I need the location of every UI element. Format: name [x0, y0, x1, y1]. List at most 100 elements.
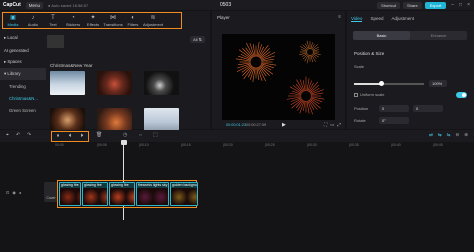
project-title: 0503: [220, 2, 232, 8]
library-thumbnail-dark-ornament[interactable]: [144, 71, 179, 95]
timeline-clip[interactable]: golden background: [170, 182, 198, 206]
tab-stickers[interactable]: ◔ Stickers: [63, 15, 83, 27]
titlebar-actions: Shortcut Share Export – □ ×: [377, 1, 470, 9]
sidebar-item[interactable]: Trending: [0, 80, 46, 92]
mirror-icon[interactable]: ⇔: [138, 132, 143, 138]
sidebar-item[interactable]: Green Screen: [0, 104, 46, 116]
snap-icon[interactable]: ⇆: [438, 132, 442, 138]
rotate-field[interactable]: 0°: [379, 117, 409, 124]
tab-video[interactable]: Video: [351, 16, 363, 22]
ratio-icon[interactable]: ▭: [330, 122, 334, 128]
library-thumbnail-ornament[interactable]: [97, 71, 132, 95]
tab-adjustment[interactable]: Adjustment: [391, 16, 414, 22]
tab-text[interactable]: T Text: [43, 15, 63, 27]
sticker-icon: ◔: [71, 14, 75, 21]
sidebar-item[interactable]: ▾ Library: [0, 68, 46, 80]
export-button[interactable]: Export: [424, 1, 447, 9]
expand-icon[interactable]: ⤢: [337, 122, 341, 128]
sidebar-item[interactable]: ▸ Local: [0, 32, 46, 44]
shortcut-button[interactable]: Shortcut: [377, 1, 401, 9]
scale-slider[interactable]: [354, 81, 424, 86]
visibility-icon[interactable]: ◉: [12, 190, 16, 195]
media-thumbnail[interactable]: [47, 35, 64, 48]
timeline-ruler[interactable]: 00:00 |00:05 |00:10 |00:15 |00:20 |00:25 |00:3…: [55, 142, 474, 149]
tab-media[interactable]: ▣ Media: [3, 15, 23, 27]
position-label: Position: [354, 106, 369, 111]
delete-icon[interactable]: 🗑: [96, 132, 102, 138]
library-thumbnail-family[interactable]: [144, 108, 179, 132]
clip-label: fireworks lights sky: [138, 183, 168, 187]
scale-label: Scale: [354, 64, 365, 69]
clip-label: golden background: [172, 183, 198, 187]
effects-icon: ✦: [90, 14, 96, 21]
sidebar-item[interactable]: AI generated: [0, 44, 46, 56]
timeline-clip[interactable]: glowing fire: [59, 182, 81, 206]
uniform-scale-checkbox[interactable]: [354, 93, 358, 97]
undo-icon[interactable]: ↶: [16, 132, 20, 138]
minimize-icon[interactable]: –: [451, 2, 454, 8]
play-icon[interactable]: ▶: [282, 122, 286, 128]
player-controls: 00:00:01:23 00:00:27:09 ▶ ⛶ ▭ ⤢: [212, 121, 345, 129]
tab-speed[interactable]: Speed: [370, 16, 383, 22]
position-x-field[interactable]: 0: [379, 105, 409, 112]
timeline-view-tools: ⇄ ⇆ ⇋ ⊖ ⊕: [429, 132, 468, 138]
all-filter-dropdown[interactable]: All ⇅: [190, 36, 205, 43]
timeline-clip[interactable]: glowing fire: [82, 182, 108, 206]
crop-icon[interactable]: ⬚: [153, 132, 158, 138]
library-thumbnail-snow[interactable]: [50, 71, 85, 95]
position-y-field[interactable]: 0: [413, 105, 443, 112]
ruler-tick-label: 00:00: [55, 143, 64, 147]
redo-icon[interactable]: ↷: [27, 132, 31, 138]
clip-frame-thumbnail: [60, 188, 76, 205]
subtab-enhance[interactable]: Enhance: [410, 31, 467, 40]
fireworks-image: [222, 34, 335, 120]
clip-label: glowing fire: [111, 183, 129, 187]
close-icon[interactable]: ×: [467, 2, 470, 8]
audio-mute-icon[interactable]: ◂: [19, 190, 21, 195]
tab-effects[interactable]: ✦ Effects: [83, 15, 103, 27]
media-tabs: ▣ Media ♪ Audio T Text ◔ Stickers ✦ Effects ⋈ Trans…: [2, 12, 182, 29]
tab-filters[interactable]: ◐ Filters: [123, 15, 143, 27]
sidebar-item[interactable]: Christmas&N...: [0, 92, 46, 104]
lock-icon[interactable]: ⊡: [6, 190, 9, 195]
uniform-scale-toggle[interactable]: [456, 92, 467, 98]
tab-audio[interactable]: ♪ Audio: [23, 15, 43, 27]
library-section-title: Christmas&New Year: [50, 63, 93, 68]
zoom-in-icon[interactable]: ⊕: [464, 132, 468, 138]
subtab-basic[interactable]: Basic: [353, 31, 410, 40]
share-button[interactable]: Share: [403, 1, 422, 9]
cover-button[interactable]: Cover: [44, 182, 58, 202]
split-left-icon[interactable]: ⏴: [69, 133, 72, 139]
select-tool-icon[interactable]: ⌖: [6, 132, 9, 138]
split-right-icon[interactable]: ⏵: [81, 133, 84, 139]
scale-slider-handle[interactable]: [379, 81, 384, 86]
timeline-clip[interactable]: fireworks lights sky: [136, 182, 169, 206]
tab-transitions[interactable]: ⋈ Transitions: [103, 15, 123, 27]
preview-axis-icon[interactable]: ⇋: [447, 132, 451, 138]
menu-icon[interactable]: ≡: [338, 14, 341, 20]
zoom-out-icon[interactable]: ⊖: [455, 132, 459, 138]
sidebar-item[interactable]: ▸ Spaces: [0, 56, 46, 68]
video-preview[interactable]: [222, 34, 335, 120]
title-bar: CapCut Menu ● Auto saved 16:58:57 0503 S…: [0, 0, 474, 10]
ruler-tick-label: |00:25: [265, 143, 275, 147]
tab-label: Text: [49, 21, 57, 27]
clip-frame-thumbnail: [83, 188, 99, 205]
player-panel: Player ≡ 00:00:01:23 00:00:27:09 ▶ ⛶ ▭ ⤢: [212, 11, 345, 129]
fullscreen-crop-icon[interactable]: ⛶: [324, 122, 327, 128]
link-icon[interactable]: ⇄: [429, 132, 433, 138]
cover-label: Cover: [46, 196, 56, 200]
split-icon[interactable]: ⏸: [57, 133, 60, 139]
menu-button[interactable]: Menu: [25, 1, 44, 9]
library-thumbnail-candle[interactable]: [97, 108, 132, 132]
timeline-clip[interactable]: glowing fire: [109, 182, 135, 206]
library-thumbnail-fire[interactable]: [50, 108, 85, 132]
maximize-icon[interactable]: □: [459, 2, 462, 8]
clip-frame-thumbnail: [99, 188, 107, 205]
scale-value[interactable]: 100%: [429, 80, 447, 87]
video-subtabs: Basic Enhance: [353, 31, 467, 40]
clip-frame-thumbnail: [76, 188, 80, 205]
tab-adjustment[interactable]: ≋ Adjustment: [143, 15, 163, 27]
media-panel: ▣ Media ♪ Audio T Text ◔ Stickers ✦ Effects ⋈ Trans…: [0, 11, 210, 132]
freeze-icon[interactable]: ◷: [123, 132, 127, 138]
